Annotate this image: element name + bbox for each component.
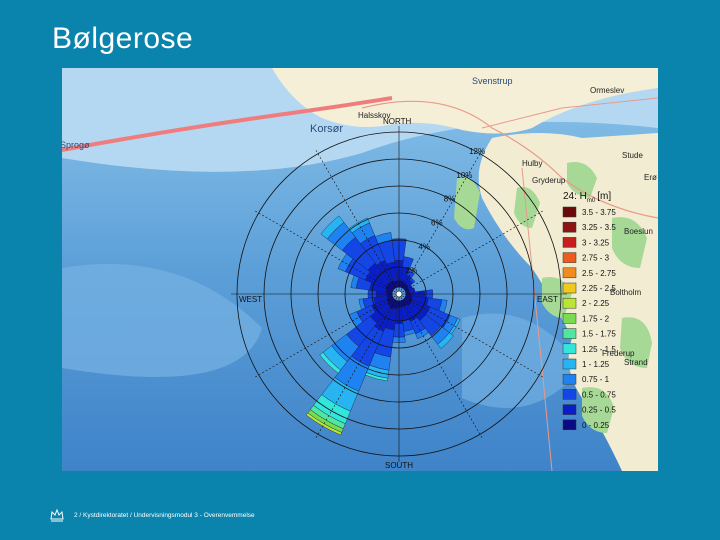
slide-title: Bølgerose [52, 22, 194, 55]
place-label-svenstrup: Svenstrup [472, 76, 513, 86]
legend-label: 1.75 - 2 [582, 314, 610, 323]
place-label-korsor: Korsør [310, 123, 343, 135]
legend-label: 2.25 - 2.5 [582, 284, 616, 293]
direction-label-east: EAST [537, 295, 558, 304]
ring-label: 12% [469, 147, 485, 156]
footer: 2 / Kystdirektoratet / Undervisningsmodu… [50, 504, 255, 526]
legend-label: 0 - 0.25 [582, 421, 610, 430]
legend-label: 3.25 - 3.5 [582, 223, 616, 232]
legend-swatch [562, 419, 577, 431]
place-label-ormeslev: Ormeslev [590, 86, 624, 95]
direction-label-north: NORTH [383, 117, 412, 126]
legend-label: 3.5 - 3.75 [582, 208, 616, 217]
crown-icon [50, 508, 64, 522]
legend-swatch [562, 252, 577, 263]
legend-swatch [562, 221, 577, 233]
legend-label: 2.5 - 2.75 [582, 269, 616, 278]
ring-label: 4% [418, 242, 430, 251]
legend-swatch [562, 389, 577, 400]
direction-label-west: WEST [239, 295, 262, 304]
legend-swatch [562, 297, 577, 309]
ring-label: 10% [456, 171, 472, 180]
place-label-gryderup: Gryderup [532, 176, 566, 185]
footer-text: 2 / Kystdirektoratet / Undervisningsmodu… [74, 511, 255, 519]
legend-label: 1.25 - 1.5 [582, 345, 616, 354]
legend-swatch [562, 206, 577, 218]
legend-swatch [562, 358, 577, 370]
legend-label: 1 - 1.25 [582, 360, 610, 369]
legend-label: 0.25 - 0.5 [582, 406, 616, 415]
rose-center [395, 290, 403, 298]
legend-label: 1.5 - 1.75 [582, 330, 616, 339]
legend-swatch [562, 267, 577, 279]
ring-label: 2% [406, 266, 418, 275]
place-label-sprogo: Sprogø [62, 140, 90, 150]
legend-swatch [562, 328, 577, 339]
legend-swatch [562, 404, 577, 415]
ring-label: 8% [444, 195, 456, 204]
legend-swatch [562, 343, 577, 355]
legend-swatch [562, 282, 577, 294]
place-label-ero: Erø [644, 173, 657, 182]
place-label-boeslun: Boeslun [624, 227, 653, 236]
place-label-hulby: Hulby [522, 159, 542, 168]
wave-rose-map: Sprogø Korsør Halsskov Svenstrup Ormesle… [62, 68, 658, 471]
map-canvas: Sprogø Korsør Halsskov Svenstrup Ormesle… [62, 68, 658, 471]
place-label-strand: Strand [624, 358, 648, 367]
place-label-stude: Stude [622, 151, 643, 160]
legend-swatch [562, 373, 577, 385]
ring-label: 6% [431, 218, 443, 227]
legend-label: 2 - 2.25 [582, 299, 610, 308]
legend-swatch [562, 313, 577, 324]
direction-label-south: SOUTH [385, 461, 413, 470]
legend-label: 0.5 - 0.75 [582, 390, 616, 399]
legend-swatch [562, 237, 577, 248]
legend-label: 0.75 - 1 [582, 375, 610, 384]
legend-label: 3 - 3.25 [582, 238, 610, 247]
legend-label: 2.75 - 3 [582, 254, 610, 263]
